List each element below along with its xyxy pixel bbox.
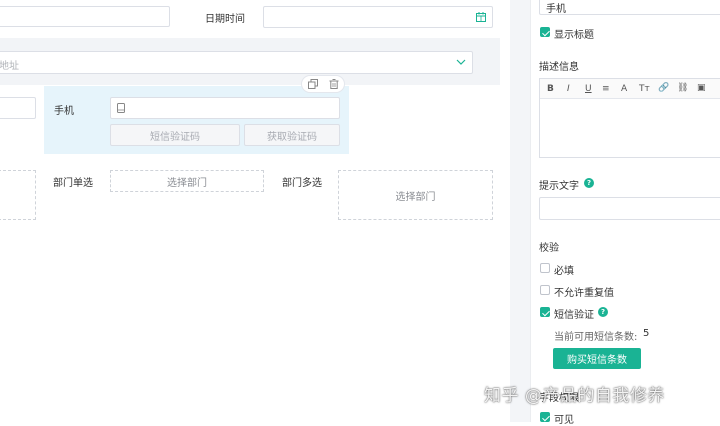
required-label: 必填 (554, 266, 574, 277)
dept-multi-button[interactable]: 选择部门 (338, 170, 493, 220)
sms-verify-checkbox[interactable] (540, 307, 550, 317)
dept-single-button[interactable]: 选择部门 (110, 170, 264, 192)
phone-input[interactable] (110, 97, 340, 119)
show-title-checkbox[interactable] (540, 27, 550, 37)
calendar-icon[interactable] (476, 12, 486, 22)
field-actions (301, 75, 345, 93)
font-size-icon[interactable]: Tт (639, 84, 650, 94)
date-time-input[interactable] (263, 6, 493, 28)
desc-editor[interactable]: B I U ≡ A Tт 🔗 ⛓ ▣ (539, 78, 720, 158)
sms-count-value: 5 (643, 328, 650, 339)
sms-verify-label: 短信验证 (554, 310, 594, 321)
validation-heading: 校验 (539, 243, 559, 254)
image-icon[interactable]: ▣ (697, 83, 706, 93)
font-color-icon[interactable]: A (621, 84, 627, 94)
left-partial-input[interactable] (0, 97, 36, 119)
visible-checkbox[interactable] (540, 412, 550, 422)
visible-label: 可见 (554, 415, 574, 426)
top-left-input[interactable] (0, 6, 170, 27)
chevron-down-icon[interactable] (456, 59, 466, 66)
date-time-label: 日期时间 (205, 14, 245, 25)
italic-icon[interactable]: I (567, 84, 570, 94)
properties-panel: 手机 显示标题 描述信息 B I U ≡ A Tт 🔗 ⛓ ▣ 提示文字 ? 校… (530, 0, 720, 426)
required-checkbox[interactable] (540, 263, 550, 273)
no-duplicate-checkbox[interactable] (540, 285, 550, 295)
address-field-row[interactable]: 地址 (0, 38, 500, 85)
hint-input[interactable] (539, 197, 720, 220)
sms-count-label: 当前可用短信条数: (554, 332, 638, 343)
title-input-value: 手机 (546, 4, 566, 15)
bold-icon[interactable]: B (547, 84, 554, 94)
phone-icon (117, 103, 125, 113)
phone-field-selected[interactable]: 手机 短信验证码 获取验证码 (44, 86, 349, 154)
copy-icon[interactable] (308, 79, 318, 89)
editor-toolbar: B I U ≡ A Tт 🔗 ⛓ ▣ (540, 79, 720, 99)
unlink-icon[interactable]: ⛓ (677, 83, 688, 93)
sms-code-input[interactable]: 短信验证码 (110, 124, 240, 146)
align-icon[interactable]: ≡ (602, 84, 610, 94)
link-icon[interactable]: 🔗 (658, 83, 669, 93)
address-placeholder: 地址 (0, 61, 19, 72)
phone-label: 手机 (54, 106, 74, 117)
no-duplicate-label: 不允许重复值 (554, 288, 614, 299)
dept-multi-label: 部门多选 (282, 178, 322, 189)
show-title-label: 显示标题 (554, 30, 594, 41)
desc-heading: 描述信息 (539, 62, 579, 73)
sms-verify-help-icon[interactable]: ? (598, 307, 608, 317)
trash-icon[interactable] (329, 79, 339, 89)
form-canvas: 日期时间 地址 手机 短信验证码 获取验证码 部门单选 选择部门 部门多选 选择… (0, 0, 510, 422)
dept-single-label: 部门单选 (53, 178, 93, 189)
watermark: 知乎 @产品的自我修养 (484, 386, 665, 406)
left-partial-dept-box[interactable] (0, 170, 36, 220)
panel-gutter (510, 0, 530, 422)
title-input[interactable]: 手机 (539, 0, 720, 15)
address-select[interactable]: 地址 (0, 51, 473, 74)
get-code-button[interactable]: 获取验证码 (244, 124, 340, 146)
hint-help-icon[interactable]: ? (584, 178, 594, 188)
buy-sms-button[interactable]: 购买短信条数 (553, 348, 641, 369)
underline-icon[interactable]: U (585, 84, 592, 94)
hint-heading: 提示文字 (539, 181, 579, 192)
